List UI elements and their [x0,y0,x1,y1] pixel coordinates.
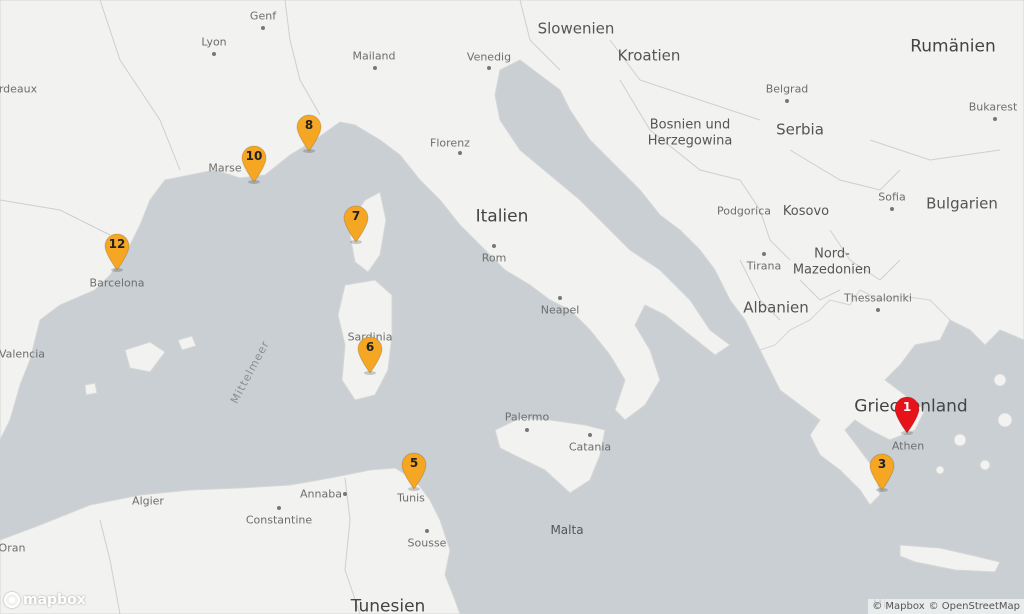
city-label-tunis: Tunis [397,491,425,505]
map-marker-10[interactable]: 10 [240,144,268,184]
city-label-lyon: Lyon [201,35,227,49]
country-label-nordmazedonien: Nord- Mazedonien [792,246,872,277]
city-label-rom: Rom [481,251,507,265]
city-label-venedig: Venedig [466,50,512,64]
map-marker-8[interactable]: 8 [295,113,323,153]
attribution-mapbox-link[interactable]: © Mapbox [872,601,924,612]
country-label-bosnien: Bosnien und Herzegowina [647,117,733,148]
city-dot [993,117,997,121]
city-label-marseille: Marse [208,161,242,175]
city-dot [487,66,491,70]
city-dot [558,296,562,300]
map-marker-label: 8 [304,118,314,132]
map-marker-label: 5 [409,456,419,470]
city-dot [876,308,880,312]
country-label-kosovo: Kosovo [782,204,830,220]
map-marker-label: 10 [245,149,263,163]
map-marker-12[interactable]: 12 [103,232,131,272]
map-marker-7[interactable]: 7 [342,204,370,244]
city-label-valencia: Valencia [0,347,46,361]
city-dot [261,26,265,30]
city-dot [525,428,529,432]
city-label-annaba: Annaba [300,487,342,501]
mapbox-logo[interactable]: mapbox [4,592,86,608]
map-canvas[interactable]: Italien Slowenien Kroatien Rumänien Bosn… [0,0,1024,614]
city-label-barcelona: Barcelona [89,276,145,290]
map-marker-label: 6 [365,340,375,354]
city-label-genf: Genf [249,9,277,23]
map-marker-3[interactable]: 3 [868,452,896,492]
map-marker-5[interactable]: 5 [400,451,428,491]
city-label-palermo: Palermo [504,410,550,424]
city-dot [373,66,377,70]
map-marker-label: 3 [877,457,887,471]
country-label-slowenien: Slowenien [537,19,615,38]
city-label-podgorica: Podgorica [716,204,772,218]
city-dot [212,52,216,56]
city-label-florenz: Florenz [430,136,470,150]
city-label-athen: Athen [891,439,925,453]
map-marker-label: 7 [351,209,361,223]
city-dot [762,252,766,256]
mapbox-logo-icon [4,592,20,608]
map-marker-label: 12 [108,237,126,251]
city-dot [492,244,496,248]
city-label-constantine: Constantine [245,513,313,527]
map-marker-6[interactable]: 6 [356,335,384,375]
city-label-sousse: Sousse [407,536,447,550]
city-label-belgrad: Belgrad [765,82,809,96]
logo-text: mapbox [23,592,86,608]
attribution: © Mapbox © OpenStreetMap [868,599,1024,614]
city-dot [343,492,347,496]
city-label-bordeaux: rdeaux [0,82,38,96]
city-dot [890,207,894,211]
map-marker-1[interactable]: 1 [893,395,921,435]
city-label-tirana: Tirana [746,259,782,273]
city-label-catania: Catania [568,440,612,454]
country-label-italien: Italien [475,206,529,227]
country-label-bulgarien: Bulgarien [926,194,998,213]
city-label-sofia: Sofia [878,190,906,204]
country-label-albanien: Albanien [743,298,809,317]
city-label-thessaloniki: Thessaloniki [844,291,912,305]
city-dot [425,529,429,533]
city-label-bukarest: Bukarest [968,100,1018,114]
city-dot [277,506,281,510]
city-dot [785,99,789,103]
map-marker-label: 1 [902,400,912,414]
city-label-oran: Oran [0,541,26,555]
country-label-kroatien: Kroatien [617,46,681,65]
attribution-osm-link[interactable]: © OpenStreetMap [929,601,1020,612]
country-label-rumaenien: Rumänien [910,36,996,57]
country-label-serbia: Serbia [776,120,824,139]
basemap [0,0,1024,614]
country-label-malta: Malta [550,523,584,537]
city-dot [588,433,592,437]
city-dot [458,151,462,155]
city-label-algier: Algier [132,494,164,508]
city-label-mailand: Mailand [352,49,396,63]
city-label-neapel: Neapel [540,303,580,317]
country-label-tunesien: Tunesien [350,596,426,614]
